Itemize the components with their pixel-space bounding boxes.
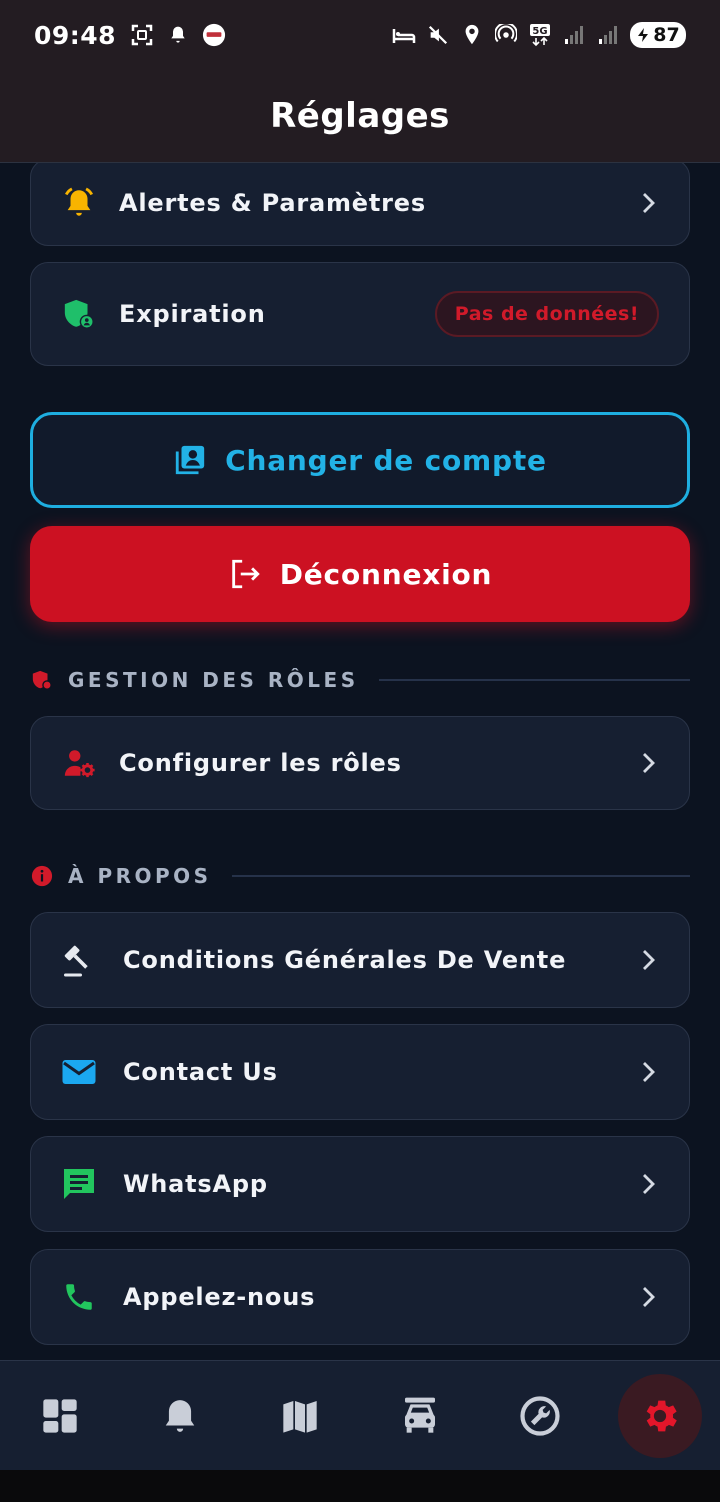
- roles-section-title: GESTION DES RÔLES: [68, 668, 359, 692]
- shield-user-icon: [61, 296, 97, 332]
- status-badge: Pas de données!: [434, 291, 659, 337]
- mail-icon: [61, 1054, 97, 1090]
- hotspot-icon: [494, 23, 518, 47]
- settings-icon: [646, 1400, 677, 1431]
- wrench-icon: [520, 1395, 560, 1436]
- sleep-icon: [392, 23, 416, 47]
- configure-roles-item[interactable]: Configurer les rôles: [30, 716, 690, 810]
- logout-icon: [231, 559, 260, 589]
- chevron-right-icon: [637, 752, 659, 774]
- gavel-icon: [61, 942, 97, 978]
- signal-1-icon: [562, 23, 586, 47]
- alarm-bell-icon: [61, 185, 97, 221]
- dashboard-icon: [43, 1398, 77, 1433]
- nav-vehicles[interactable]: [360, 1361, 480, 1471]
- mute-icon: [426, 23, 450, 47]
- svg-text:5G: 5G: [532, 26, 547, 37]
- configure-roles-label: Configurer les rôles: [119, 749, 402, 777]
- nav-maintenance[interactable]: [480, 1361, 600, 1471]
- expiration-label: Expiration: [119, 300, 266, 328]
- chevron-right-icon: [637, 192, 659, 214]
- call-us-item[interactable]: Appelez-nous: [30, 1249, 690, 1345]
- expiration-item[interactable]: Expiration Pas de données!: [30, 262, 690, 366]
- phone-icon: [61, 1279, 97, 1315]
- alerts-settings-label: Alertes & Paramètres: [119, 188, 426, 217]
- app-badge-icon: [202, 23, 226, 47]
- switch-account-button[interactable]: Changer de compte: [30, 412, 690, 508]
- battery-level: 87: [653, 24, 680, 46]
- chevron-right-icon: [637, 1286, 659, 1308]
- whatsapp-label: WhatsApp: [123, 1170, 268, 1198]
- logout-button[interactable]: Déconnexion: [30, 526, 690, 622]
- status-right-icons: 5G 87: [392, 22, 686, 48]
- notification-bell-icon: [166, 23, 190, 47]
- map-icon: [283, 1400, 317, 1433]
- battery-indicator: 87: [630, 22, 686, 48]
- nav-dashboard[interactable]: [0, 1361, 120, 1471]
- chevron-right-icon: [637, 949, 659, 971]
- about-section-header: À PROPOS: [30, 861, 690, 891]
- info-icon: [30, 864, 54, 888]
- user-gear-icon: [61, 745, 97, 781]
- terms-of-sale-label: Conditions Générales De Vente: [123, 946, 567, 974]
- about-section-title: À PROPOS: [68, 864, 212, 888]
- signal-2-icon: [596, 23, 620, 47]
- status-bar: 09:48 5G 87: [0, 0, 720, 70]
- call-us-label: Appelez-nous: [123, 1283, 316, 1311]
- 5g-icon: 5G: [528, 23, 552, 47]
- status-time: 09:48: [34, 20, 117, 50]
- bell-icon: [165, 1399, 195, 1432]
- terms-of-sale-item[interactable]: Conditions Générales De Vente: [30, 912, 690, 1008]
- nav-settings[interactable]: [600, 1361, 720, 1471]
- settings-content[interactable]: Alertes & Paramètres Expiration Pas de d…: [0, 163, 720, 1360]
- logout-label: Déconnexion: [279, 557, 493, 591]
- section-divider: [378, 679, 690, 681]
- contact-us-item[interactable]: Contact Us: [30, 1024, 690, 1120]
- shield-lock-icon: [30, 668, 54, 692]
- nav-map[interactable]: [240, 1361, 360, 1471]
- roles-section-header: GESTION DES RÔLES: [30, 665, 690, 695]
- whatsapp-item[interactable]: WhatsApp: [30, 1136, 690, 1232]
- chevron-right-icon: [637, 1173, 659, 1195]
- switch-account-label: Changer de compte: [225, 443, 547, 477]
- car-icon: [405, 1397, 435, 1433]
- nav-notifications[interactable]: [120, 1361, 240, 1471]
- contact-us-label: Contact Us: [123, 1058, 278, 1086]
- app-bar: Réglages: [0, 70, 720, 163]
- chat-icon: [61, 1166, 97, 1202]
- screenshot-icon: [130, 23, 154, 47]
- alerts-settings-item[interactable]: Alertes & Paramètres: [30, 163, 690, 246]
- chevron-right-icon: [637, 1061, 659, 1083]
- location-icon: [460, 23, 484, 47]
- status-left-icons: [130, 23, 226, 47]
- switch-account-icon: [175, 445, 205, 475]
- page-title: Réglages: [270, 96, 450, 136]
- system-gesture-area: [0, 1470, 720, 1502]
- bottom-navigation: [0, 1360, 720, 1470]
- section-divider: [231, 875, 690, 877]
